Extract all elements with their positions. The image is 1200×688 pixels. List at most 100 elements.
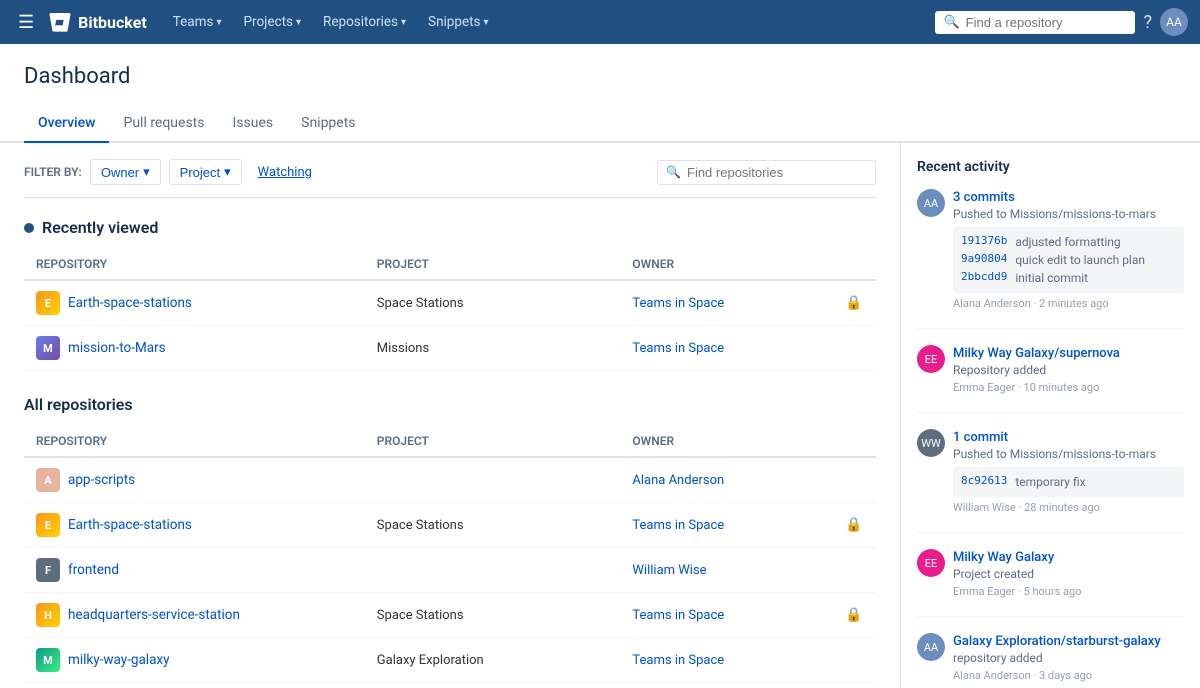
repo-project <box>365 457 621 503</box>
tab-pull-requests[interactable]: Pull requests <box>109 105 218 143</box>
repo-project: Missions <box>365 326 621 371</box>
activity-avatar: EE <box>917 549 945 577</box>
repo-name-link[interactable]: Earth-space-stations <box>68 295 192 311</box>
activity-item: EE Milky Way Galaxy/supernova Repository… <box>917 345 1184 413</box>
repo-owner: Teams in Space <box>620 683 833 688</box>
commit-hash[interactable]: 9a90804 <box>961 251 1007 269</box>
commit-hash[interactable]: 2bbcdd9 <box>961 269 1007 287</box>
activity-time: William Wise · 28 minutes ago <box>953 501 1184 514</box>
owner-link[interactable]: William Wise <box>632 563 706 578</box>
tab-issues[interactable]: Issues <box>218 105 287 143</box>
repo-name-link[interactable]: mission-to-Mars <box>68 340 166 356</box>
user-avatar[interactable]: AA <box>1160 8 1188 36</box>
owner-link[interactable]: Teams in Space <box>632 653 724 668</box>
dashboard-header: Dashboard <box>0 44 1200 89</box>
activity-desc: Project created <box>953 567 1184 581</box>
col-header-owner2: Owner <box>620 426 833 457</box>
activity-time: Alana Anderson · 3 days ago <box>953 669 1184 682</box>
all-repos-title: All repositories <box>24 395 876 414</box>
repo-search-icon: 🔍 <box>666 165 681 179</box>
activity-avatar: AA <box>917 633 945 661</box>
repositories-caret-icon: ▾ <box>401 17 406 28</box>
filter-owner-btn[interactable]: Owner ▾ <box>90 159 161 185</box>
commit-item: 8c92613 temporary fix <box>961 473 1176 491</box>
page-title: Dashboard <box>24 64 1176 89</box>
nav-snippets[interactable]: Snippets ▾ <box>418 8 499 36</box>
project-caret-icon: ▾ <box>224 164 231 180</box>
activity-link[interactable]: 3 commits <box>953 190 1015 205</box>
all-repos-table: Repository Project Owner A app-scripts <box>24 426 876 688</box>
table-row: E Earth-space-stations Space Stations Te… <box>24 280 876 326</box>
tab-overview[interactable]: Overview <box>24 105 109 143</box>
repo-owner: Teams in Space <box>620 280 833 326</box>
repo-search[interactable]: 🔍 <box>657 160 876 185</box>
activity-desc: Pushed to Missions/missions-to-mars <box>953 207 1184 221</box>
commit-item: 2bbcdd9 initial commit <box>961 269 1176 287</box>
repo-search-input[interactable] <box>687 165 867 180</box>
nav-repositories[interactable]: Repositories ▾ <box>313 8 416 36</box>
col-header-repo: Repository <box>24 249 365 280</box>
repo-project: Missions <box>365 683 621 688</box>
hamburger-menu[interactable]: ☰ <box>12 6 40 39</box>
activity-body: 1 commit Pushed to Missions/missions-to-… <box>953 429 1184 514</box>
filter-project-btn[interactable]: Project ▾ <box>169 159 242 185</box>
repo-name-link[interactable]: headquarters-service-station <box>68 607 240 623</box>
main-content: FILTER BY: Owner ▾ Project ▾ Watching 🔍 <box>0 143 1200 688</box>
activity-title: Recent activity <box>917 159 1184 175</box>
owner-link[interactable]: Teams in Space <box>632 518 724 533</box>
projects-caret-icon: ▾ <box>296 17 301 28</box>
activity-link[interactable]: Milky Way Galaxy/supernova <box>953 346 1120 361</box>
owner-link[interactable]: Teams in Space <box>632 296 724 311</box>
repo-project: Galaxy Exploration <box>365 638 621 683</box>
activity-link[interactable]: Galaxy Exploration/starburst-galaxy <box>953 634 1161 649</box>
activity-avatar: EE <box>917 345 945 373</box>
repo-lock <box>833 548 876 593</box>
commit-hash[interactable]: 8c92613 <box>961 473 1007 491</box>
repo-project: Space Stations <box>365 593 621 638</box>
repo-lock: 🔒 <box>833 503 876 548</box>
owner-link[interactable]: Teams in Space <box>632 341 724 356</box>
table-row: A app-scripts Alana Anderson <box>24 457 876 503</box>
bitbucket-logo-icon <box>48 10 72 34</box>
all-repos-section: All repositories Repository Project Owne… <box>24 395 876 688</box>
activity-list: AA 3 commits Pushed to Missions/missions… <box>917 189 1184 688</box>
repo-owner: Teams in Space <box>620 326 833 371</box>
commit-hash[interactable]: 191376b <box>961 233 1007 251</box>
nav-projects[interactable]: Projects ▾ <box>234 8 312 36</box>
activity-header: AA Galaxy Exploration/starburst-galaxy r… <box>917 633 1184 682</box>
global-search[interactable]: 🔍 <box>935 11 1135 34</box>
repo-name-link[interactable]: milky-way-galaxy <box>68 652 170 668</box>
commit-message: temporary fix <box>1015 473 1085 491</box>
repo-lock <box>833 457 876 503</box>
commit-message: quick edit to launch plan <box>1015 251 1145 269</box>
owner-link[interactable]: Alana Anderson <box>632 473 724 488</box>
activity-desc: Repository added <box>953 363 1184 377</box>
tab-snippets[interactable]: Snippets <box>287 105 369 143</box>
recently-viewed-title: Recently viewed <box>24 218 876 237</box>
filter-watching-link[interactable]: Watching <box>250 161 320 184</box>
repo-icon: E <box>36 513 60 537</box>
activity-header: EE Milky Way Galaxy Project created Emma… <box>917 549 1184 598</box>
repo-name-link[interactable]: Earth-space-stations <box>68 517 192 533</box>
teams-caret-icon: ▾ <box>216 17 221 28</box>
repo-owner: Teams in Space <box>620 593 833 638</box>
logo[interactable]: Bitbucket <box>48 10 147 34</box>
activity-link[interactable]: 1 commit <box>953 430 1008 445</box>
repo-lock: 🔒 <box>833 280 876 326</box>
help-icon[interactable]: ? <box>1143 12 1152 33</box>
search-input[interactable] <box>966 15 1128 30</box>
repo-icon: F <box>36 558 60 582</box>
repo-name-link[interactable]: frontend <box>68 562 119 578</box>
owner-link[interactable]: Teams in Space <box>632 608 724 623</box>
activity-header: AA 3 commits Pushed to Missions/missions… <box>917 189 1184 310</box>
commit-item: 9a90804 quick edit to launch plan <box>961 251 1176 269</box>
activity-item: AA 3 commits Pushed to Missions/missions… <box>917 189 1184 329</box>
repo-project <box>365 548 621 593</box>
repo-name-link[interactable]: app-scripts <box>68 472 135 488</box>
commit-list: 8c92613 temporary fix <box>953 467 1184 497</box>
activity-link[interactable]: Milky Way Galaxy <box>953 550 1054 565</box>
activity-desc: repository added <box>953 651 1184 665</box>
section-dot-icon <box>24 223 34 233</box>
nav-teams[interactable]: Teams ▾ <box>163 8 232 36</box>
activity-time: Emma Eager · 10 minutes ago <box>953 381 1184 394</box>
